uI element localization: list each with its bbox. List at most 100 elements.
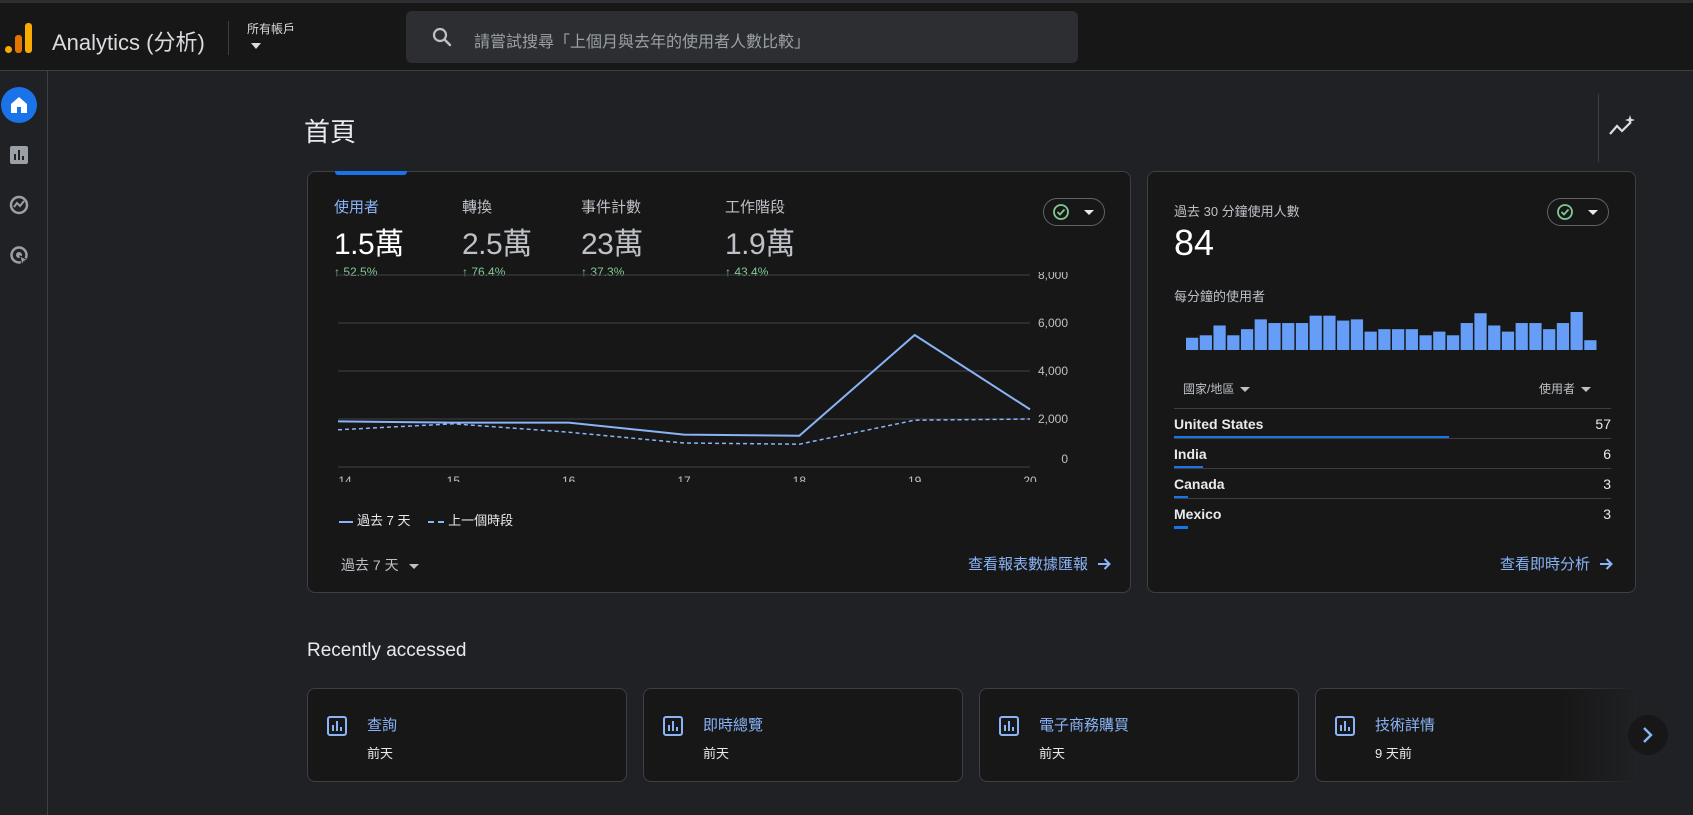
view-reports-link[interactable]: 查看報表數據匯報 xyxy=(968,553,1112,574)
per-minute-bar-chart xyxy=(1186,312,1597,350)
realtime-title: 過去 30 分鐘使用人數 xyxy=(1174,204,1300,219)
y-tick-label: 4,000 xyxy=(1038,364,1068,378)
x-tick-label: 19 xyxy=(908,474,922,482)
nav-reports[interactable] xyxy=(1,137,37,173)
date-range-label: 過去 7 天 xyxy=(341,557,399,573)
country-table: United States 57 India 6 Canada 3 Mexico… xyxy=(1174,408,1611,529)
chevron-down-icon xyxy=(1240,387,1251,393)
per-minute-bar xyxy=(1199,335,1212,350)
y-tick-label: 8,000 xyxy=(1038,272,1068,282)
metric-users[interactable]: 使用者 1.5萬 ↑ 52.5% xyxy=(334,196,404,279)
date-range-selector[interactable]: 過去 7 天 xyxy=(341,555,419,575)
chart-legend: 過去 7 天 上一個時段 xyxy=(339,510,527,529)
country-users: 3 xyxy=(1603,506,1611,522)
insights-divider xyxy=(1598,94,1599,162)
recent-card[interactable]: 電子商務購買 前天 xyxy=(979,688,1299,782)
arrow-right-icon xyxy=(1098,558,1111,570)
nav-advertising[interactable] xyxy=(1,237,37,273)
app-title: Analytics (分析) xyxy=(52,30,205,55)
chevron-down-icon xyxy=(1084,210,1094,215)
carousel-next-button[interactable] xyxy=(1628,715,1668,755)
per-minute-bar xyxy=(1419,335,1432,350)
table-row[interactable]: Canada 3 xyxy=(1174,468,1611,499)
view-realtime-link[interactable]: 查看即時分析 xyxy=(1500,553,1614,574)
metric-value: 2.5萬 xyxy=(462,228,532,261)
metric-label: 使用者 xyxy=(334,199,380,216)
metric-event-count[interactable]: 事件計數 23萬 ↑ 37.3% xyxy=(581,196,643,279)
per-minute-label: 每分鐘的使用者 xyxy=(1174,289,1266,304)
per-minute-bar xyxy=(1227,335,1240,350)
per-minute-bar xyxy=(1501,331,1515,350)
per-minute-bar xyxy=(1543,329,1556,350)
country-column-header[interactable]: 國家/地區 xyxy=(1183,380,1251,397)
analytics-logo-icon[interactable] xyxy=(4,21,34,55)
recently-accessed-title: Recently accessed xyxy=(307,640,467,661)
per-minute-bar xyxy=(1364,331,1377,350)
overview-card: 使用者 1.5萬 ↑ 52.5% 轉換 2.5萬 ↑ 76.4% 事件計數 23… xyxy=(307,171,1131,593)
country-users: 6 xyxy=(1603,446,1611,462)
per-minute-bar xyxy=(1584,340,1597,350)
recent-card[interactable]: 即時總覽 前天 xyxy=(643,688,963,782)
per-minute-bar xyxy=(1186,337,1199,350)
y-tick-label: 2,000 xyxy=(1038,412,1068,426)
per-minute-bar xyxy=(1488,325,1501,350)
metric-conversions[interactable]: 轉換 2.5萬 ↑ 76.4% xyxy=(462,196,532,279)
check-circle-icon xyxy=(1053,204,1069,220)
per-minute-bar xyxy=(1405,329,1418,350)
side-nav xyxy=(0,71,48,815)
country-name: United States xyxy=(1174,416,1264,432)
account-label: 所有帳戶 xyxy=(247,22,296,36)
x-tick-label: 18 xyxy=(793,474,807,482)
chevron-down-icon xyxy=(1588,210,1598,215)
realtime-status-button[interactable] xyxy=(1547,198,1609,226)
y-tick-label: 6,000 xyxy=(1038,316,1068,330)
chevron-down-icon xyxy=(1581,387,1591,393)
nav-explore[interactable] xyxy=(1,187,37,223)
chevron-down-icon xyxy=(251,43,261,49)
search-icon xyxy=(432,27,452,47)
per-minute-bar xyxy=(1556,323,1570,350)
data-quality-status-button[interactable] xyxy=(1043,198,1105,226)
users-column-header[interactable]: 使用者 xyxy=(1539,380,1591,397)
x-tick-label: 20 xyxy=(1023,474,1037,482)
per-minute-bar xyxy=(1460,323,1473,350)
table-row[interactable]: India 6 xyxy=(1174,438,1611,469)
table-row[interactable]: United States 57 xyxy=(1174,408,1611,439)
country-users: 57 xyxy=(1595,416,1611,432)
check-circle-icon xyxy=(1557,204,1573,220)
metric-value: 1.9萬 xyxy=(725,228,795,261)
account-selector[interactable]: 所有帳戶 xyxy=(247,20,295,49)
y-tick-label: 0 xyxy=(1061,452,1068,466)
per-minute-bar xyxy=(1240,329,1254,350)
country-name: Canada xyxy=(1174,476,1225,492)
recent-item-name: 技術詳情 xyxy=(1375,717,1436,734)
nav-home[interactable] xyxy=(1,87,37,123)
chevron-right-icon xyxy=(1643,727,1653,743)
per-minute-bar xyxy=(1323,315,1336,350)
recent-item-time: 前天 xyxy=(1039,746,1066,761)
advertising-icon xyxy=(10,246,29,265)
page-title: 首頁 xyxy=(304,117,357,147)
realtime-count: 84 xyxy=(1174,222,1215,263)
arrow-right-icon xyxy=(1600,558,1613,570)
metric-value: 23萬 xyxy=(581,228,643,261)
metric-label: 事件計數 xyxy=(581,199,642,216)
table-row[interactable]: Mexico 3 xyxy=(1174,498,1611,529)
metric-sessions[interactable]: 工作階段 1.9萬 ↑ 43.4% xyxy=(725,196,795,279)
recent-item-name: 即時總覽 xyxy=(703,717,764,734)
search-input[interactable]: 請嘗試搜尋「上個月與去年的使用者人數比較」 xyxy=(474,28,810,52)
report-icon xyxy=(999,716,1019,736)
report-icon xyxy=(663,716,683,736)
active-metric-indicator xyxy=(335,171,407,175)
legend-item-previous: 上一個時段 xyxy=(428,510,513,529)
country-users: 3 xyxy=(1603,476,1611,492)
per-minute-bar xyxy=(1282,323,1295,350)
insights-icon[interactable] xyxy=(1606,112,1638,142)
search-bar[interactable]: 請嘗試搜尋「上個月與去年的使用者人數比較」 xyxy=(406,11,1078,63)
per-minute-bar xyxy=(1295,323,1309,350)
recent-item-name: 電子商務購買 xyxy=(1039,717,1130,734)
per-minute-bar xyxy=(1570,312,1583,350)
recent-card[interactable]: 技術詳情 9 天前 xyxy=(1315,688,1635,782)
recent-item-name: 查詢 xyxy=(367,717,398,734)
recent-card[interactable]: 查詢 前天 xyxy=(307,688,627,782)
